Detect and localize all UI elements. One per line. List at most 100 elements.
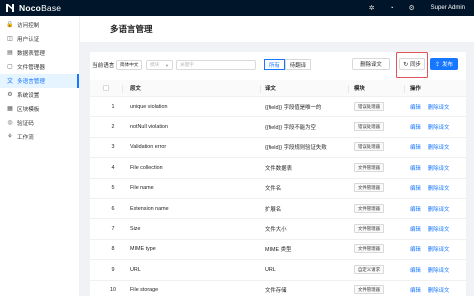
module-tag: 错误处理器 (354, 101, 384, 111)
module-cell: 文件管理器 (354, 244, 384, 254)
sidebar-item-2[interactable]: ▤ 数据表管理 (0, 46, 79, 60)
logo[interactable]: NocoBase (0, 3, 80, 13)
layout-icon: ▦ (7, 106, 13, 113)
table-header: 原文 译文 模块 操作 (90, 80, 466, 97)
delete-translation-link[interactable]: 删除译文 (428, 103, 450, 111)
publish-button[interactable]: ⇪ 发布 (430, 58, 458, 70)
column-divider (122, 84, 123, 93)
sidebar-item-label: 访问控制 (17, 22, 40, 29)
delete-translation-link[interactable]: 删除译文 (428, 225, 450, 233)
table-body: 1 unique violation {{field}} 字段值是唯一的 错误处理器编… (90, 97, 466, 296)
content-card: 当前语言 简体中文 模块 ▼ 关键字 所有 待翻译 删除译文 ↻ 同步 ⇪ 发布… (90, 52, 466, 296)
row-number: 5 (111, 185, 115, 192)
publish-button-label: 发布 (442, 62, 453, 68)
row-actions: 编辑 删除译文 (410, 123, 456, 131)
user-menu[interactable]: Super Admin (431, 5, 465, 11)
module-cell: 文件管理器 (354, 162, 384, 172)
top-bar: NocoBase ✲ ◔ ⚙ Super Admin (0, 0, 474, 16)
select-all-checkbox[interactable] (103, 85, 109, 91)
translation-text: {{field}} 字段不能为空 (265, 125, 316, 132)
edit-link[interactable]: 编辑 (410, 245, 421, 253)
source-text: Validation error (130, 144, 167, 151)
sync-button[interactable]: ↻ 同步 (399, 58, 425, 70)
module-select[interactable]: 模块 ▼ (146, 60, 173, 70)
sidebar-item-4[interactable]: 文多语言管理 (0, 74, 79, 88)
workflow-icon: ⚘ (7, 134, 13, 141)
page-header: 多语言管理 (80, 16, 474, 42)
filter-untranslated[interactable]: 待翻译 (284, 59, 311, 70)
row-actions: 编辑 删除译文 (410, 103, 456, 111)
delete-translation-link[interactable]: 删除译文 (428, 143, 450, 151)
header-translation: 译文 (265, 86, 276, 92)
table-row: 4 File collection 文件数据表 文件管理器 编辑 删除译文 (90, 158, 466, 179)
edit-link[interactable]: 编辑 (410, 143, 421, 151)
chevron-down-icon: ▼ (165, 62, 169, 68)
bug-icon[interactable]: ✲ (365, 1, 379, 15)
module-cell: 错误处理器 (354, 122, 384, 132)
logo-text: NocoBase (19, 3, 62, 13)
filter-all[interactable]: 所有 (264, 59, 285, 70)
delete-translation-button[interactable]: 删除译文 (352, 58, 390, 70)
module-tag: 文件管理器 (354, 183, 384, 193)
edit-link[interactable]: 编辑 (410, 266, 421, 274)
language-select-value: 简体中文 (120, 62, 139, 67)
delete-translation-link[interactable]: 删除译文 (428, 286, 450, 294)
delete-translation-link[interactable]: 删除译文 (428, 123, 450, 131)
bell-icon[interactable]: ◔ (385, 1, 399, 15)
sidebar-item-6[interactable]: ▦ 区块模板 (0, 102, 79, 116)
source-text: Size (130, 226, 141, 233)
sidebar-item-3[interactable]: ▢ 文件管理器 (0, 60, 79, 74)
sidebar-item-8[interactable]: ⚘ 工作流 (0, 130, 79, 144)
sidebar-item-0[interactable]: 🔒 访问控制 (0, 18, 79, 32)
module-tag: 文件管理器 (354, 224, 384, 234)
user-auth-icon: ◫ (7, 36, 13, 43)
file-icon: ▢ (7, 64, 13, 71)
row-actions: 编辑 删除译文 (410, 164, 456, 172)
module-tag: 错误处理器 (354, 122, 384, 132)
module-tag: 自定义请求 (354, 264, 384, 274)
sidebar-item-label: 区块模板 (17, 106, 40, 113)
edit-link[interactable]: 编辑 (410, 225, 421, 233)
logo-mark-icon (6, 4, 15, 12)
edit-link[interactable]: 编辑 (410, 164, 421, 172)
row-number: 8 (111, 246, 115, 253)
table-row: 3 Validation error {{field}} 字段规则验证失败 错误处理器… (90, 138, 466, 159)
sidebar-item-label: 文件管理器 (17, 64, 45, 71)
row-actions: 编辑 删除译文 (410, 286, 456, 294)
row-number: 7 (111, 226, 115, 233)
edit-link[interactable]: 编辑 (410, 184, 421, 192)
row-actions: 编辑 删除译文 (410, 245, 456, 253)
edit-link[interactable]: 编辑 (410, 103, 421, 111)
module-cell: 自定义请求 (354, 264, 384, 274)
delete-translation-link[interactable]: 删除译文 (428, 184, 450, 192)
delete-translation-link[interactable]: 删除译文 (428, 245, 450, 253)
current-language-label: 当前语言 (92, 63, 115, 69)
translation-text: {{field}} 字段值是唯一的 (265, 104, 322, 111)
column-divider (260, 84, 261, 93)
sidebar-item-label: 数据表管理 (17, 50, 45, 57)
settings-icon[interactable]: ⚙ (405, 1, 419, 15)
translation-text: URL (265, 266, 276, 273)
sidebar-item-7[interactable]: ◎ 验证码 (0, 116, 79, 130)
module-cell: 文件管理器 (354, 183, 384, 193)
row-number: 3 (111, 144, 115, 151)
module-select-placeholder: 模块 (150, 62, 160, 67)
edit-link[interactable]: 编辑 (410, 286, 421, 294)
sidebar-item-1[interactable]: ◫ 用户认证 (0, 32, 79, 46)
sidebar-item-5[interactable]: ⚙ 系统设置 (0, 88, 79, 102)
row-number: 9 (111, 266, 115, 273)
sidebar-item-label: 工作流 (17, 134, 34, 141)
delete-translation-link[interactable]: 删除译文 (428, 205, 450, 213)
module-tag: 文件管理器 (354, 203, 384, 213)
language-select[interactable]: 简体中文 (116, 60, 142, 70)
sidebar-item-label: 系统设置 (17, 92, 40, 99)
edit-link[interactable]: 编辑 (410, 123, 421, 131)
delete-translation-link[interactable]: 删除译文 (428, 266, 450, 274)
module-tag: 错误处理器 (354, 142, 384, 152)
search-placeholder: 关键字 (180, 62, 194, 67)
delete-translation-link[interactable]: 删除译文 (428, 164, 450, 172)
keyword-search-input[interactable]: 关键字 (176, 60, 256, 70)
table-row: 7 Size 文件大小 文件管理器 编辑 删除译文 (90, 219, 466, 240)
source-text: File storage (130, 287, 159, 294)
edit-link[interactable]: 编辑 (410, 205, 421, 213)
